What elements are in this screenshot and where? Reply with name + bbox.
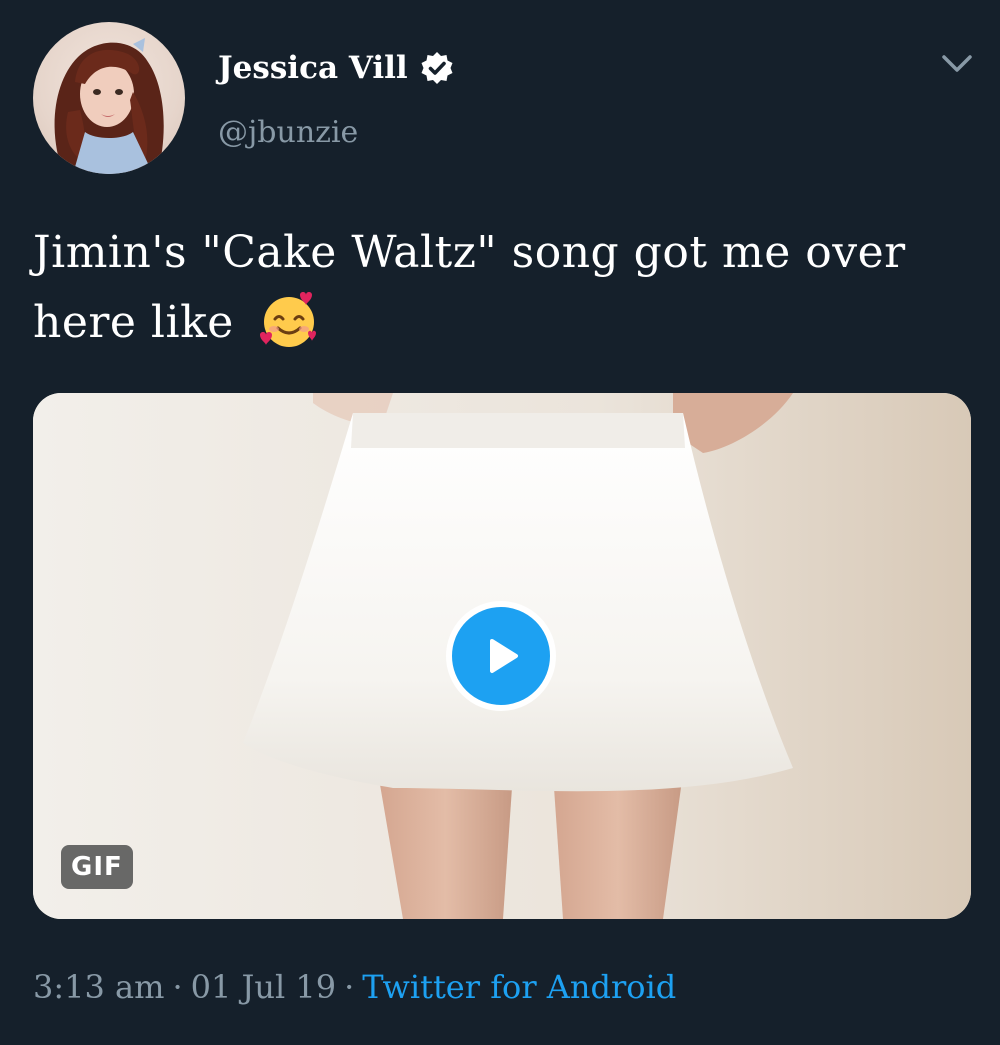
tweet-meta: 3:13 am · 01 Jul 19 · Twitter for Android [33,965,676,1009]
tweet-source-link[interactable]: Twitter for Android [362,968,676,1006]
tweet-time[interactable]: 3:13 am [33,968,164,1006]
play-button[interactable] [446,601,556,711]
play-icon [490,639,518,673]
tweet-date[interactable]: 01 Jul 19 [191,968,336,1006]
tweet-text-line-1: Jimin's "Cake Waltz" song got me over [33,227,906,278]
tweet-text: Jimin's "Cake Waltz" song got me over he… [33,218,973,358]
gif-badge: GIF [61,845,133,889]
author-display-name[interactable]: Jessica Vill [218,48,408,88]
tweet-text-line-2: here like [33,288,973,358]
chevron-down-icon[interactable] [938,48,976,78]
smiling-face-with-hearts-icon [258,289,320,351]
avatar[interactable] [33,22,185,174]
meta-separator: · [344,968,355,1006]
gif-media-card[interactable]: GIF [33,393,971,919]
author-handle[interactable]: @jbunzie [218,113,358,153]
verified-badge-icon [420,51,454,85]
meta-separator: · [172,968,183,1006]
tweet-text-line-2-text: here like [33,297,234,348]
author-name-row[interactable]: Jessica Vill [218,48,454,88]
